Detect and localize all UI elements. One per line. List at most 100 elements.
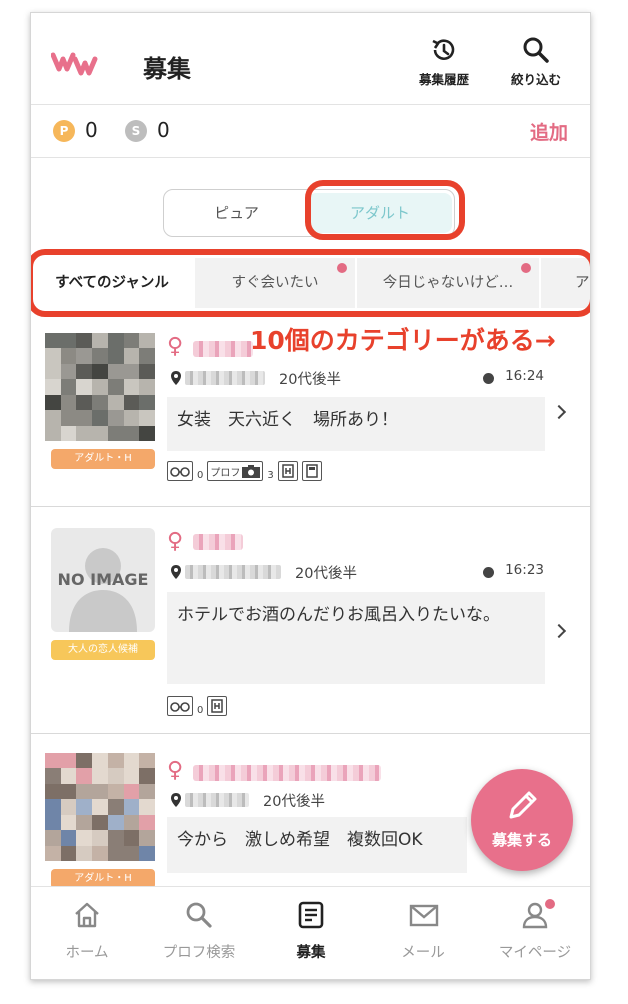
- location-pin-icon: [171, 371, 181, 385]
- camera-icon: [242, 464, 261, 478]
- history-icon: [432, 39, 455, 60]
- create-post-button[interactable]: 募集する: [471, 769, 573, 871]
- mosaic-cell: [107, 830, 124, 846]
- mosaic-cell: [76, 410, 93, 426]
- mosaic-cell: [123, 333, 140, 349]
- filter-button[interactable]: 絞り込む: [501, 35, 571, 95]
- mosaic-cell: [92, 348, 108, 364]
- clock-icon: [483, 373, 494, 384]
- mosaic-cell: [45, 394, 61, 411]
- category-badge: 大人の恋人候補: [51, 640, 155, 660]
- mosaic-cell: [45, 333, 61, 349]
- mosaic-cell: [139, 363, 155, 380]
- post-time: 16:23: [505, 562, 544, 578]
- mosaic-cell: [45, 783, 61, 800]
- avatar: [45, 753, 155, 861]
- mosaic-cell: [45, 753, 61, 769]
- mosaic-cell: [45, 363, 61, 380]
- nav-label: マイページ: [498, 945, 572, 961]
- nav-mail[interactable]: メール: [367, 887, 479, 979]
- mosaic-cell: [76, 333, 93, 349]
- mosaic-cell: [45, 799, 61, 815]
- nav-home[interactable]: ホーム: [31, 887, 143, 979]
- pixelated-photo: [45, 753, 155, 861]
- mosaic-cell: [60, 363, 77, 380]
- mosaic-cell: [60, 394, 77, 411]
- history-button[interactable]: 募集履歴: [409, 35, 479, 95]
- mosaic-cell: [60, 348, 77, 364]
- mosaic-cell: [139, 394, 155, 411]
- mosaic-cell: [76, 814, 93, 831]
- app-frame: 募集 募集履歴 絞り込む P 0 S 0 追加 ピュア アダルト すべてのジャン…: [30, 12, 591, 980]
- search-icon: [186, 902, 212, 928]
- mosaic-cell: [139, 799, 155, 815]
- mosaic-cell: [139, 333, 155, 349]
- mosaic-cell: [107, 845, 124, 861]
- age-label: 20代後半: [295, 566, 357, 582]
- blurred-username: [193, 765, 381, 781]
- mosaic-cell: [107, 425, 124, 441]
- nav-profile-search[interactable]: プロフ検索: [143, 887, 255, 979]
- female-icon: ♀: [167, 758, 184, 783]
- mosaic-cell: [107, 333, 124, 349]
- mosaic-cell: [45, 425, 61, 441]
- mosaic-cell: [76, 845, 93, 861]
- mosaic-cell: [45, 379, 61, 395]
- badge-row: 0 プロフ 3: [167, 459, 322, 481]
- mosaic-cell: [92, 425, 108, 441]
- mosaic-cell: [139, 845, 155, 861]
- location-pin-icon: [171, 793, 181, 807]
- chevron-right-icon[interactable]: [551, 404, 567, 420]
- nav-mypage[interactable]: マイページ: [479, 887, 590, 979]
- highlight-box-genres: [31, 249, 590, 317]
- mosaic-cell: [92, 363, 108, 380]
- female-icon: ♀: [167, 334, 184, 359]
- mosaic-cell: [107, 799, 124, 815]
- mosaic-cell: [107, 783, 124, 800]
- mosaic-cell: [60, 753, 77, 769]
- mosaic-cell: [107, 814, 124, 831]
- add-points-button[interactable]: 追加: [530, 118, 568, 145]
- s-coin-icon: S: [125, 120, 147, 142]
- mosaic-cell: [76, 379, 93, 395]
- mosaic-cell: [107, 348, 124, 364]
- mosaic-cell: [45, 768, 61, 784]
- mosaic-cell: [76, 425, 93, 441]
- avatar: [45, 333, 155, 441]
- list-icon: [298, 901, 324, 929]
- mosaic-cell: [92, 410, 108, 426]
- post-card[interactable]: NO IMAGE 大人の恋人候補 ♀ 20代後半 16:23 ホテルでお酒のんだ…: [31, 508, 590, 734]
- profile-photo-badge: プロフ: [207, 461, 264, 481]
- mosaic-cell: [76, 394, 93, 411]
- mail-icon: [409, 904, 439, 927]
- mosaic-cell: [60, 799, 77, 815]
- highlight-box-adult: [305, 180, 465, 240]
- search-icon: [523, 37, 549, 63]
- mosaic-cell: [60, 333, 77, 349]
- category-badge: アダルト・H: [51, 449, 155, 469]
- hotel-icon: [277, 461, 298, 481]
- glasses-icon: [167, 461, 193, 481]
- mosaic-cell: [123, 814, 140, 831]
- bottom-nav: ホーム プロフ検索 募集 メール マイページ: [31, 886, 590, 979]
- blurred-location: [185, 565, 281, 579]
- mosaic-cell: [60, 783, 77, 800]
- nav-recruit[interactable]: 募集: [255, 887, 367, 979]
- mosaic-cell: [107, 768, 124, 784]
- points-bar: P 0 S 0 追加: [31, 106, 590, 158]
- nav-label: 募集: [296, 945, 326, 961]
- create-post-label: 募集する: [491, 831, 552, 849]
- mosaic-cell: [139, 768, 155, 784]
- mosaic-cell: [76, 783, 93, 800]
- female-icon: ♀: [167, 529, 184, 554]
- mosaic-cell: [139, 425, 155, 441]
- mosaic-cell: [123, 394, 140, 411]
- mosaic-cell: [123, 830, 140, 846]
- pure-tab[interactable]: ピュア: [164, 190, 309, 236]
- mosaic-cell: [92, 753, 108, 769]
- mosaic-cell: [60, 768, 77, 784]
- s-points-value: 0: [157, 118, 170, 142]
- nav-label: メール: [401, 945, 445, 961]
- mosaic-cell: [107, 753, 124, 769]
- chevron-right-icon[interactable]: [551, 623, 567, 639]
